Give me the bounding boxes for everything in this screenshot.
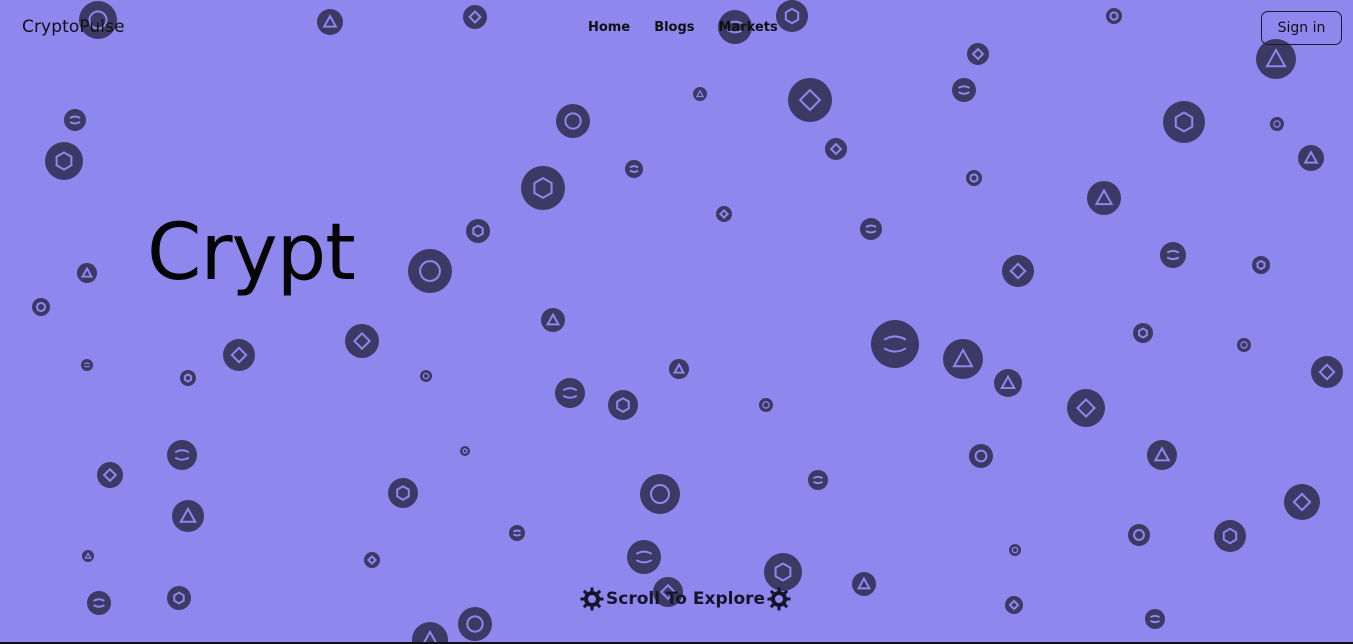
scroll-label: Scroll To Explore bbox=[606, 589, 766, 609]
crypto-coin-icon bbox=[82, 550, 94, 562]
crypto-coin-icon bbox=[1133, 323, 1153, 343]
crypto-coin-icon bbox=[966, 170, 982, 186]
crypto-coin-icon bbox=[1160, 242, 1186, 268]
crypto-coin-icon bbox=[556, 104, 590, 138]
crypto-coin-icon bbox=[81, 359, 93, 371]
crypto-coin-icon bbox=[32, 298, 50, 316]
crypto-coin-icon bbox=[466, 219, 490, 243]
crypto-coin-icon bbox=[764, 553, 802, 591]
crypto-coin-icon bbox=[458, 607, 492, 641]
crypto-coin-icon bbox=[1252, 256, 1270, 274]
crypto-coin-icon bbox=[625, 160, 643, 178]
main-nav: Home Blogs Markets bbox=[588, 20, 778, 35]
crypto-coin-icon bbox=[1147, 440, 1177, 470]
crypto-coin-icon bbox=[969, 444, 993, 468]
nav-markets[interactable]: Markets bbox=[719, 20, 778, 35]
nav-home[interactable]: Home bbox=[588, 20, 630, 35]
crypto-coin-icon bbox=[97, 462, 123, 488]
crypto-coin-icon bbox=[759, 398, 773, 412]
scroll-to-explore[interactable]: Scroll To Explore bbox=[580, 587, 791, 611]
crypto-coin-icon bbox=[1087, 181, 1121, 215]
crypto-coin-icon bbox=[408, 249, 452, 293]
floating-coins-background bbox=[32, 0, 1343, 644]
crypto-coin-icon bbox=[1284, 484, 1320, 520]
crypto-coin-icon bbox=[669, 359, 689, 379]
crypto-coin-icon bbox=[364, 552, 380, 568]
crypto-coin-icon bbox=[223, 339, 255, 371]
crypto-coin-icon bbox=[1163, 101, 1205, 143]
crypto-coin-icon bbox=[1145, 609, 1165, 629]
hero-typing-title: Crypt bbox=[147, 208, 356, 298]
crypto-coin-icon bbox=[860, 218, 882, 240]
crypto-coin-icon bbox=[172, 500, 204, 532]
crypto-coin-icon bbox=[1311, 356, 1343, 388]
crypto-coin-icon bbox=[1002, 255, 1034, 287]
crypto-coin-icon bbox=[388, 478, 418, 508]
crypto-coin-icon bbox=[521, 166, 565, 210]
crypto-coin-icon bbox=[788, 78, 832, 122]
crypto-coin-icon bbox=[460, 446, 470, 456]
gear-icon bbox=[580, 587, 604, 611]
sign-in-button[interactable]: Sign in bbox=[1261, 11, 1342, 45]
crypto-coin-icon bbox=[640, 474, 680, 514]
crypto-coin-icon bbox=[45, 142, 83, 180]
crypto-coin-icon bbox=[1067, 389, 1105, 427]
crypto-coin-icon bbox=[952, 78, 976, 102]
crypto-coin-icon bbox=[541, 308, 565, 332]
top-navbar: CryptoPulse Home Blogs Markets Sign in bbox=[0, 0, 1353, 58]
crypto-coin-icon bbox=[1270, 117, 1284, 131]
crypto-coin-icon bbox=[420, 370, 432, 382]
crypto-coin-icon bbox=[1237, 338, 1251, 352]
crypto-coin-icon bbox=[994, 369, 1022, 397]
gear-icon bbox=[767, 587, 791, 611]
crypto-coin-icon bbox=[509, 525, 525, 541]
crypto-coin-icon bbox=[87, 591, 111, 615]
crypto-coin-icon bbox=[693, 87, 707, 101]
crypto-coin-icon bbox=[167, 440, 197, 470]
brand-logo-text[interactable]: CryptoPulse bbox=[22, 17, 125, 37]
crypto-coin-icon bbox=[345, 324, 379, 358]
crypto-coin-icon bbox=[1005, 596, 1023, 614]
crypto-coin-icon bbox=[852, 572, 876, 596]
crypto-coin-icon bbox=[64, 109, 86, 131]
crypto-coin-icon bbox=[825, 138, 847, 160]
crypto-coin-icon bbox=[716, 206, 732, 222]
crypto-coin-icon bbox=[1214, 520, 1246, 552]
crypto-coin-icon bbox=[808, 470, 828, 490]
crypto-coin-icon bbox=[1009, 544, 1021, 556]
crypto-coin-icon bbox=[1128, 524, 1150, 546]
crypto-coin-icon bbox=[871, 320, 919, 368]
crypto-coin-icon bbox=[627, 540, 661, 574]
crypto-coin-icon bbox=[180, 370, 196, 386]
crypto-coin-icon bbox=[608, 390, 638, 420]
crypto-coin-icon bbox=[943, 339, 983, 379]
crypto-coin-icon bbox=[1298, 145, 1324, 171]
crypto-coin-icon bbox=[77, 263, 97, 283]
nav-blogs[interactable]: Blogs bbox=[654, 20, 694, 35]
crypto-coin-icon bbox=[412, 622, 448, 644]
crypto-coin-icon bbox=[555, 378, 585, 408]
crypto-coin-icon bbox=[167, 586, 191, 610]
